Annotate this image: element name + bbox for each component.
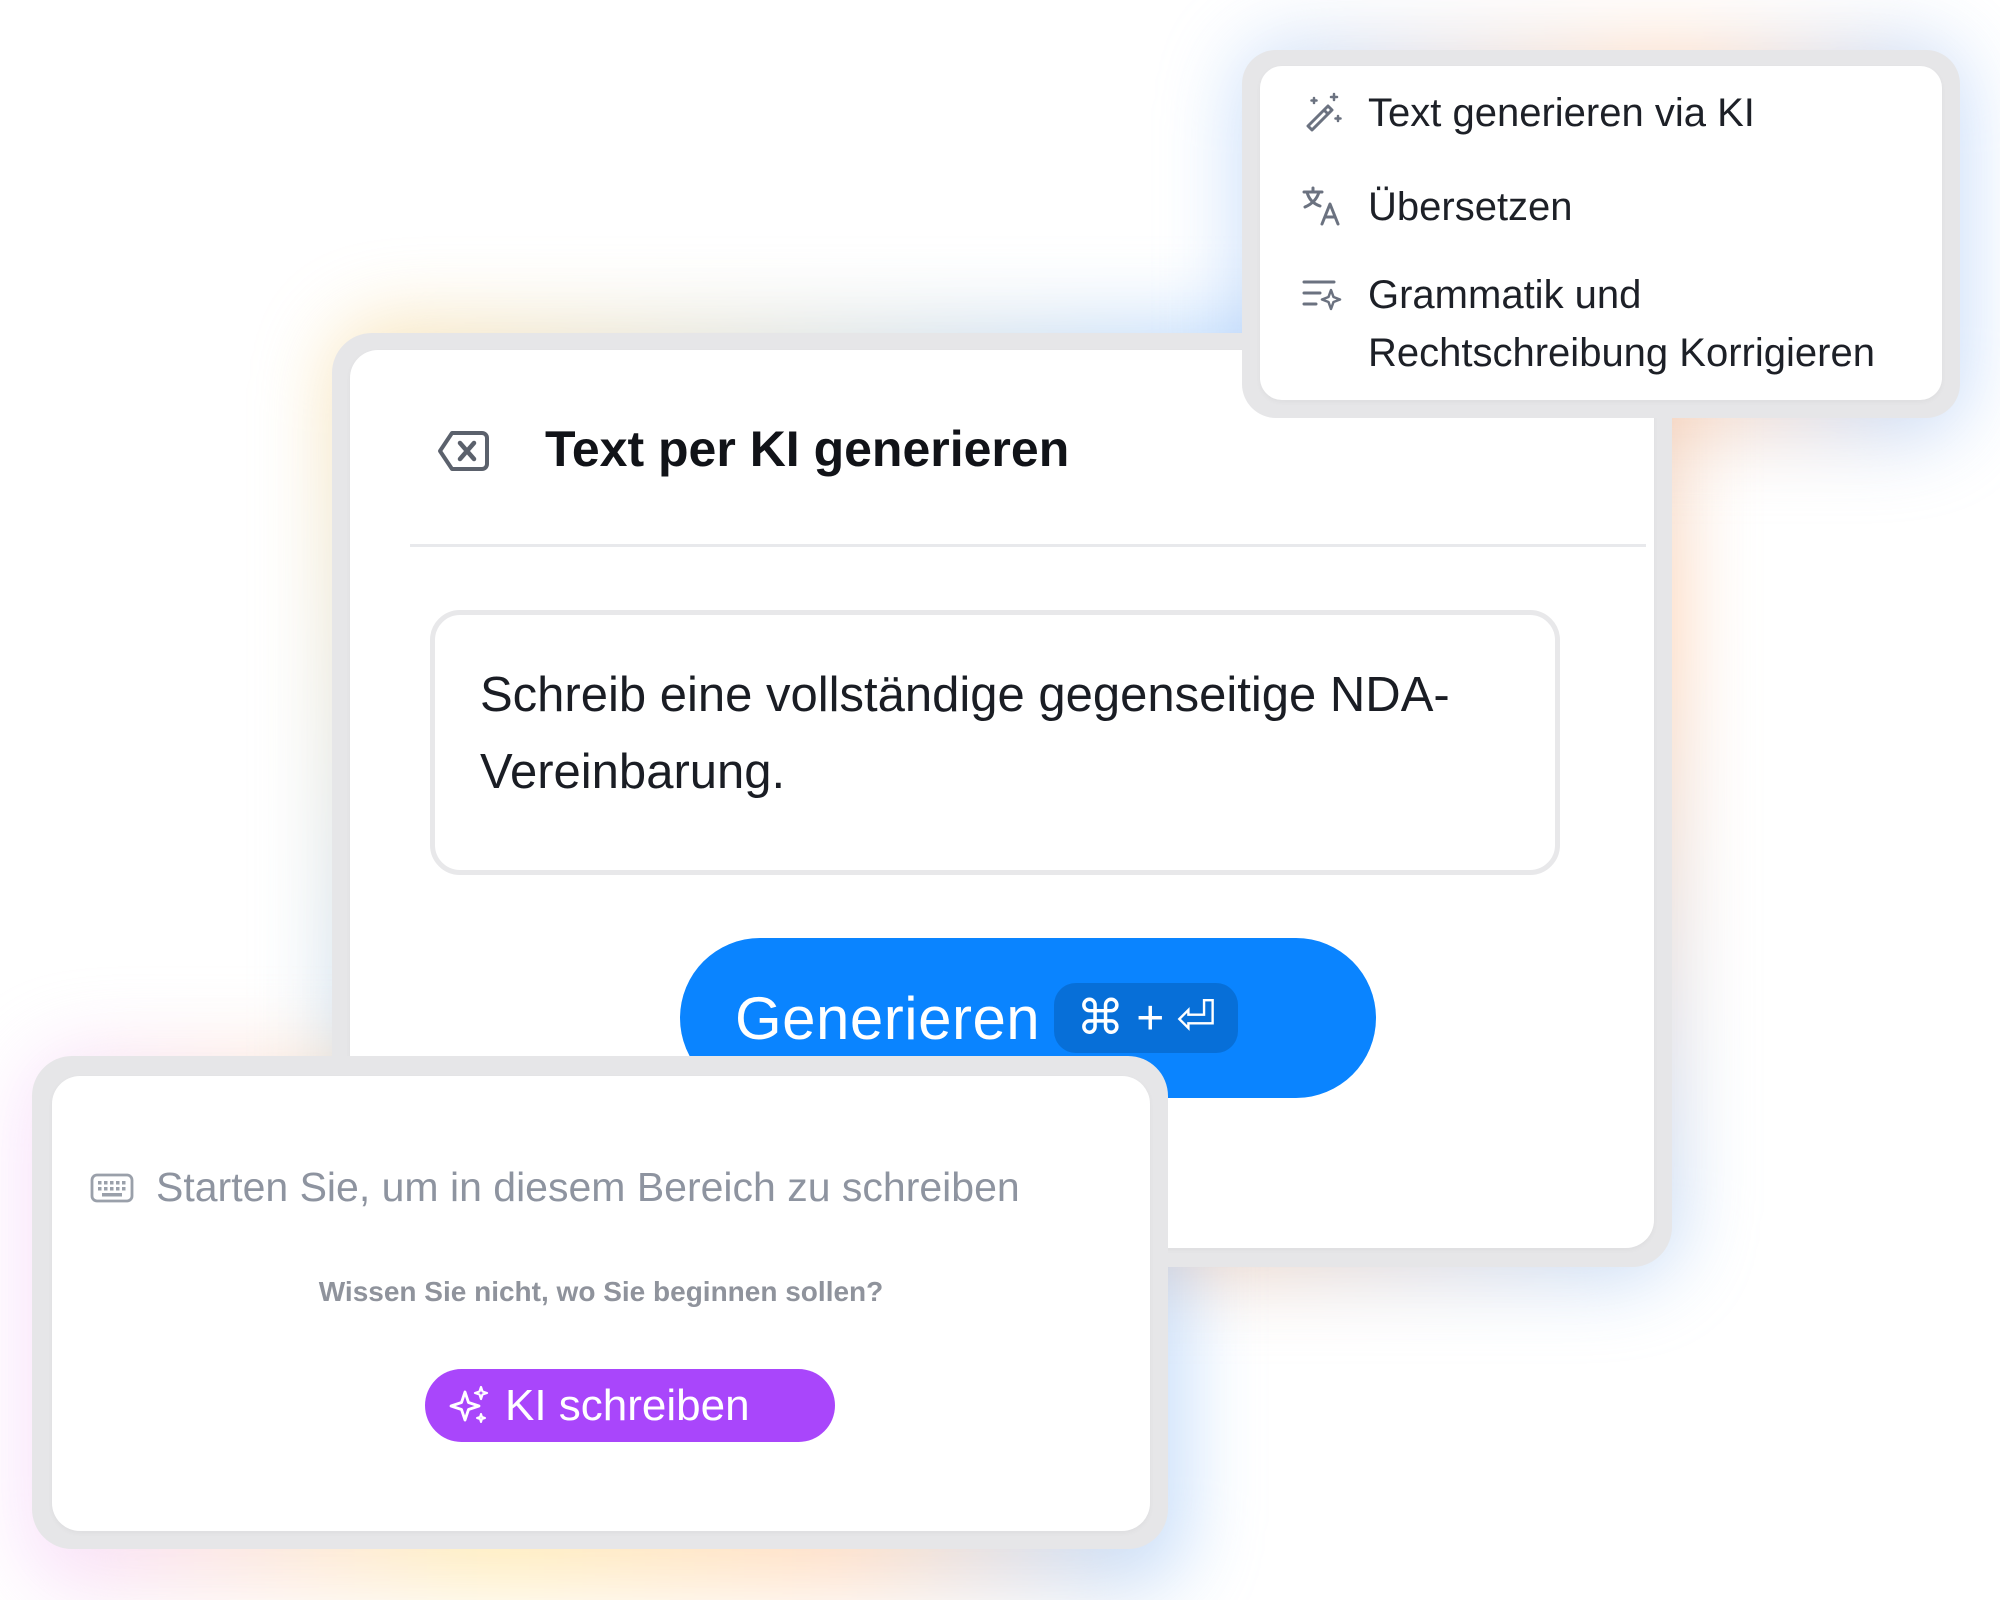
prompt-textarea[interactable]: Schreib eine vollständige gegenseitige N… <box>430 610 1560 875</box>
menu-item-generate-text[interactable]: Text generieren via KI <box>1300 84 1755 142</box>
dialog-title: Text per KI generieren <box>545 421 1070 477</box>
menu-item-translate[interactable]: Übersetzen <box>1300 178 1573 236</box>
editor-placeholder: Starten Sie, um in diesem Bereich zu sch… <box>156 1164 1020 1210</box>
dialog-divider <box>410 544 1646 547</box>
keyboard-icon <box>90 1173 134 1202</box>
menu-item-grammar[interactable]: Grammatik und Rechtschreibung Korrigiere… <box>1300 266 1930 382</box>
editor-card: Starten Sie, um in diesem Bereich zu sch… <box>52 1076 1150 1531</box>
menu-item-label: Text generieren via KI <box>1368 91 1755 135</box>
enter-key-icon: ⏎ <box>1176 992 1217 1045</box>
menu-item-label: Grammatik und Rechtschreibung Korrigiere… <box>1368 273 1875 375</box>
stage: Text per KI generieren Schreib eine voll… <box>0 0 2000 1600</box>
ai-write-button[interactable]: KI schreiben <box>425 1369 835 1442</box>
sparkles-icon <box>449 1385 489 1423</box>
ai-menu: Text generieren via KI Übersetzen Gramma… <box>1260 66 1942 400</box>
editor-subtitle: Wissen Sie nicht, wo Sie beginnen sollen… <box>318 1276 884 1307</box>
grammar-sparkle-icon <box>1302 280 1342 311</box>
translate-icon <box>1302 186 1340 226</box>
close-button[interactable] <box>435 423 491 479</box>
menu-item-label: Übersetzen <box>1368 185 1573 229</box>
shortcut-plus: + <box>1136 991 1165 1045</box>
shortcut-chip: ⌘ + ⏎ <box>1054 983 1239 1053</box>
ai-write-button-label: KI schreiben <box>505 1380 750 1430</box>
command-key-icon: ⌘ <box>1076 992 1125 1045</box>
backspace-x-icon <box>438 431 489 471</box>
magic-wand-icon <box>1306 92 1342 132</box>
editor-placeholder-row[interactable]: Starten Sie, um in diesem Bereich zu sch… <box>90 1164 1020 1211</box>
generate-button-label: Generieren <box>735 984 1041 1052</box>
